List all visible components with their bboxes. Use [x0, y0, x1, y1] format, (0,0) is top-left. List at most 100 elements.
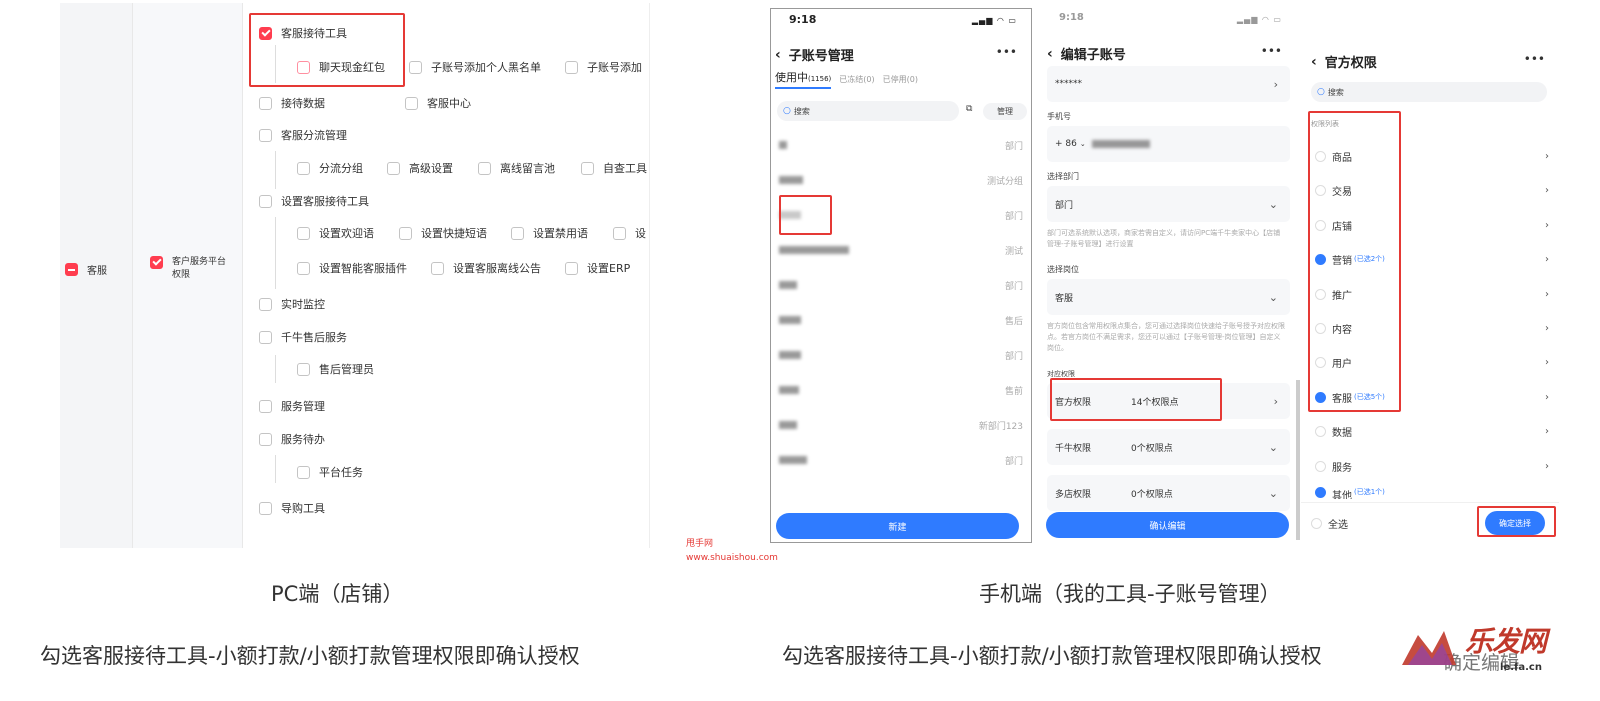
checkbox-icon — [565, 60, 578, 74]
password-field[interactable]: ****** › — [1047, 66, 1290, 102]
dept-label: 选择部门 — [1047, 172, 1079, 181]
search-icon: ○ — [783, 106, 791, 116]
more-icon[interactable]: ••• — [1524, 52, 1545, 66]
checkbox-guide-tool[interactable]: 导购工具 — [259, 500, 325, 516]
search-input[interactable]: ○ 搜索 — [777, 101, 959, 121]
checkbox-label: 设置客服接待工具 — [281, 195, 369, 208]
post-select[interactable]: 客服 ⌄ — [1047, 279, 1290, 315]
list-item-dept: 部门 — [1004, 456, 1023, 467]
perm-name: 服务 — [1332, 462, 1352, 474]
list-item-dept: 新部门123 — [978, 421, 1023, 432]
tab-active[interactable]: 使用中(1156) — [775, 69, 832, 89]
search-input[interactable]: ○ 搜索 — [1311, 82, 1547, 102]
status-time: 9:18 — [789, 13, 817, 26]
list-item[interactable]: 售后 — [779, 305, 1023, 335]
perm-item[interactable]: 服务 › — [1315, 453, 1549, 479]
list-item-dept: 测试 — [1004, 246, 1023, 257]
highlight-box-list — [1308, 111, 1401, 412]
checkbox-reception-data[interactable]: 接待数据 — [259, 95, 325, 111]
perm-name: 多店权限 — [1055, 489, 1092, 500]
filter-icon[interactable]: ⧉ — [966, 104, 972, 114]
checkbox-set-more[interactable]: 设 — [613, 225, 646, 241]
checkbox-realtime[interactable]: 实时监控 — [259, 296, 325, 312]
blurred-name — [779, 316, 801, 324]
list-item[interactable]: 新部门123 — [779, 410, 1023, 440]
checkbox-self-check[interactable]: 自查工具 — [581, 160, 647, 176]
perm-item[interactable]: 其他 (已选1个) — [1315, 487, 1549, 499]
tab-frozen[interactable]: 已冻结(0) — [839, 74, 874, 89]
post-hint: 官方岗位包含常用权限点集合，您可通过选择岗位快速给子账号授予对应权限点。若官方岗… — [1047, 322, 1285, 352]
checkbox-label: 设置客服离线公告 — [453, 262, 541, 275]
checkbox-icon — [259, 96, 272, 110]
status-signal-icon: ▂▄▆ ◠ ▭ — [971, 16, 1017, 25]
phone-field[interactable]: + 86 ⌄ — [1047, 126, 1290, 162]
pc-instruction: 勾选客服接待工具-小额打款/小额打款管理权限即确认授权 — [40, 644, 580, 668]
more-icon[interactable]: ••• — [996, 45, 1017, 59]
checkbox-sub-blacklist[interactable]: 子账号添加个人黑名单 — [409, 59, 541, 75]
blurred-name — [779, 386, 799, 394]
checkbox-diversion-group[interactable]: 分流分组 — [297, 160, 363, 176]
checkbox-label: 离线留言池 — [500, 162, 555, 175]
checkbox-label: 客服分流管理 — [281, 129, 347, 142]
scrollbar[interactable] — [1296, 380, 1300, 540]
tab-disabled[interactable]: 已停用(0) — [883, 74, 918, 89]
perm-row-qianniu[interactable]: 千牛权限 0个权限点 ⌄ — [1047, 429, 1290, 465]
checkbox-service-mgmt[interactable]: 服务管理 — [259, 398, 325, 414]
checkbox-erp[interactable]: 设置ERP — [565, 260, 630, 276]
highlight-box-pc — [249, 13, 405, 87]
checkbox-service-center[interactable]: 客服中心 — [405, 95, 471, 111]
select-all[interactable]: 全选 — [1311, 510, 1391, 536]
checkbox-set-tools[interactable]: 设置客服接待工具 — [259, 193, 369, 209]
checkbox-icon — [259, 297, 272, 311]
checkbox-partial-icon — [65, 263, 78, 276]
tree-line — [275, 355, 276, 383]
checkbox-offline-notice[interactable]: 设置客服离线公告 — [431, 260, 541, 276]
chevron-down-icon: ⌄ — [1268, 290, 1278, 304]
perm-row-multistore[interactable]: 多店权限 0个权限点 ⌄ — [1047, 475, 1290, 511]
chevron-right-icon: › — [1545, 425, 1549, 437]
checkbox-icon — [297, 226, 310, 240]
list-item[interactable]: 测试 — [779, 235, 1023, 265]
level1-checkbox-kefu[interactable]: 客服 — [65, 262, 107, 277]
list-item[interactable]: 售前 — [779, 375, 1023, 405]
checkbox-sub-add[interactable]: 子账号添加 — [565, 59, 642, 75]
checkbox-advanced-settings[interactable]: 高级设置 — [387, 160, 453, 176]
list-item[interactable]: 部门 — [779, 445, 1023, 475]
new-button[interactable]: 新建 — [776, 513, 1019, 539]
back-arrow-icon[interactable]: ‹ — [1311, 54, 1317, 70]
chevron-right-icon: › — [1545, 219, 1549, 231]
checkbox-qianniu-after[interactable]: 千牛售后服务 — [259, 329, 347, 345]
more-icon[interactable]: ••• — [1261, 44, 1282, 58]
list-item[interactable]: 测试分组 — [779, 165, 1023, 195]
blurred-name — [779, 281, 797, 289]
page-title-text: 编辑子账号 — [1060, 48, 1126, 63]
back-arrow-icon[interactable]: ‹ — [775, 47, 781, 63]
list-item[interactable]: 部门 — [779, 340, 1023, 370]
dept-select[interactable]: 部门 ⌄ — [1047, 186, 1290, 222]
checkbox-welcome[interactable]: 设置欢迎语 — [297, 225, 374, 241]
checkbox-icon — [297, 161, 310, 175]
checkbox-plugin[interactable]: 设置智能客服插件 — [297, 260, 407, 276]
phone-label: 手机号 — [1047, 112, 1071, 121]
manage-button[interactable]: 管理 — [983, 103, 1027, 120]
level2-checkbox-platform[interactable]: 客户服务平台权限 — [150, 256, 230, 282]
chevron-right-icon: › — [1545, 356, 1549, 368]
checkbox-service-todo[interactable]: 服务待办 — [259, 431, 325, 447]
back-arrow-icon[interactable]: ‹ — [1047, 46, 1053, 62]
checkbox-diversion-mgmt[interactable]: 客服分流管理 — [259, 127, 347, 143]
perm-item[interactable]: 数据 › — [1315, 418, 1549, 444]
list-item[interactable]: 部门 — [779, 270, 1023, 300]
list-item-dept: 部门 — [1004, 281, 1023, 292]
checkbox-after-admin[interactable]: 售后管理员 — [297, 361, 374, 377]
perm-name: 千牛权限 — [1055, 443, 1092, 454]
blurred-name — [779, 351, 801, 359]
checkbox-icon — [297, 261, 310, 275]
list-item[interactable]: 部门 — [779, 130, 1023, 160]
checkbox-forbidden-words[interactable]: 设置禁用语 — [511, 225, 588, 241]
checkbox-platform-task[interactable]: 平台任务 — [297, 464, 363, 480]
confirm-edit-button[interactable]: 确认编辑 — [1046, 512, 1289, 538]
checkbox-icon — [259, 330, 272, 344]
checkbox-offline-msg[interactable]: 离线留言池 — [478, 160, 555, 176]
checkbox-quick-reply[interactable]: 设置快捷短语 — [399, 225, 487, 241]
blurred-name — [779, 246, 849, 254]
